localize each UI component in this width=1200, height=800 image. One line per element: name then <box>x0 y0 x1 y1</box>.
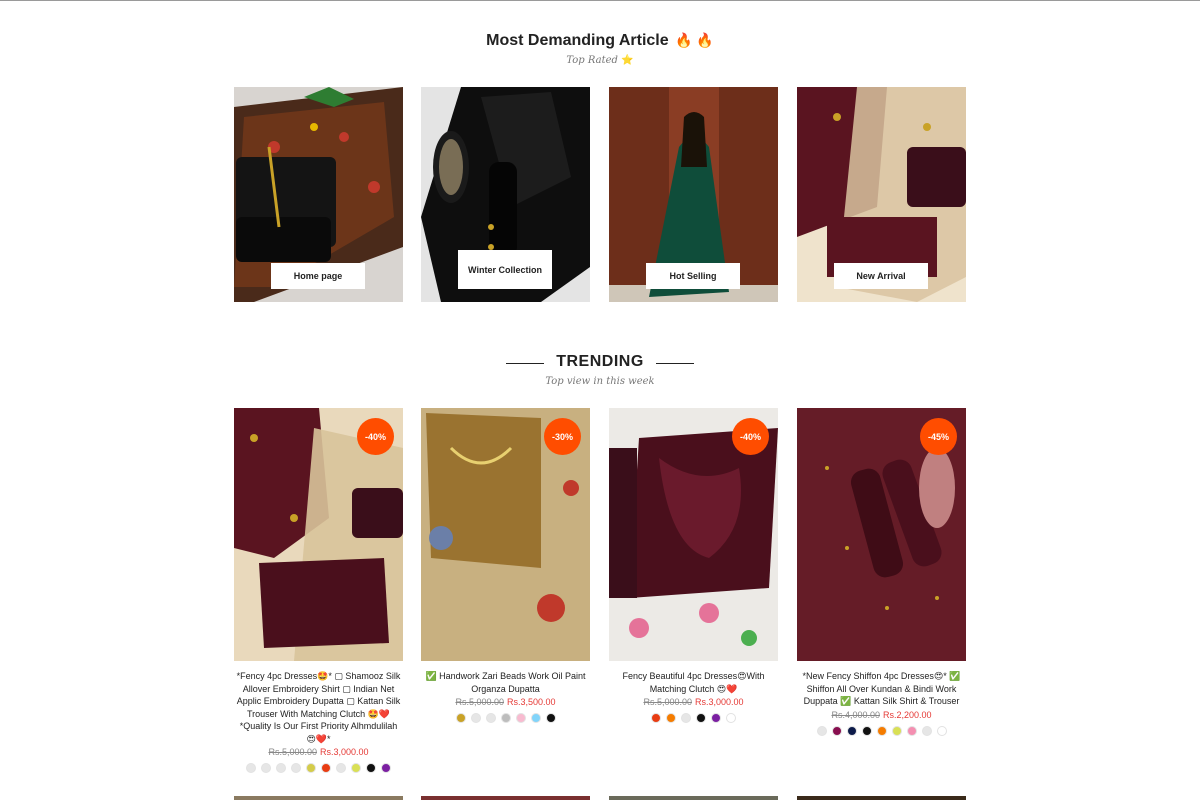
color-swatch[interactable] <box>891 725 902 736</box>
color-swatch[interactable] <box>276 763 286 773</box>
color-swatch[interactable] <box>876 725 887 736</box>
color-swatch[interactable] <box>530 713 541 723</box>
color-swatch[interactable] <box>381 763 391 773</box>
product-info: *New Fency Shiffon 4pc Dresses😍* ✅ Shiff… <box>797 670 966 736</box>
color-swatch[interactable] <box>515 713 526 723</box>
next-product-image[interactable] <box>609 796 778 800</box>
featured-title-text: Most Demanding Article <box>486 32 669 49</box>
product-name[interactable]: Fency Beautiful 4pc Dresses😍With Matchin… <box>609 670 778 695</box>
discount-badge: -40% <box>732 418 769 455</box>
product-name[interactable]: *Fency 4pc Dresses🤩* ▢ Shamooz Silk Allo… <box>234 670 403 745</box>
product-image[interactable]: -45% <box>797 408 966 661</box>
old-price: Rs.5,000.00 <box>268 747 317 757</box>
color-swatch[interactable] <box>651 713 661 723</box>
color-swatch[interactable] <box>306 763 316 773</box>
sale-price: Rs.3,500.00 <box>507 697 556 707</box>
color-swatches <box>797 725 966 736</box>
color-swatch[interactable] <box>921 725 932 736</box>
trending-title: TRENDING <box>556 353 644 370</box>
old-price: Rs.5,000.00 <box>643 697 692 707</box>
color-swatch[interactable] <box>681 713 691 723</box>
color-swatch[interactable] <box>351 763 361 773</box>
category-card-hot-selling[interactable]: Hot Selling <box>609 87 778 302</box>
sale-price: Rs.3,000.00 <box>695 697 744 707</box>
old-price: Rs.4,000.00 <box>831 709 880 720</box>
product-image[interactable]: -30% <box>421 408 590 661</box>
product-info: *Fency 4pc Dresses🤩* ▢ Shamooz Silk Allo… <box>234 670 403 773</box>
color-swatch[interactable] <box>321 763 331 773</box>
color-swatch[interactable] <box>545 713 556 723</box>
next-product-image[interactable] <box>234 796 403 800</box>
color-swatch[interactable] <box>291 763 301 773</box>
color-swatch[interactable] <box>726 713 736 723</box>
color-swatch[interactable] <box>666 713 676 723</box>
featured-subtitle: Top Rated ⭐ <box>0 55 1200 66</box>
sale-price: Rs.2,200.00 <box>883 709 932 720</box>
top-border <box>0 0 1200 1</box>
category-button[interactable]: Winter Collection <box>458 250 552 289</box>
color-swatch[interactable] <box>455 713 466 723</box>
product-name[interactable]: ✅ Handwork Zari Beads Work Oil Paint Org… <box>421 670 590 695</box>
discount-badge: -45% <box>920 418 957 455</box>
next-product-image[interactable] <box>421 796 590 800</box>
product-image[interactable]: -40% <box>234 408 403 661</box>
color-swatch[interactable] <box>470 713 481 723</box>
product-name[interactable]: *New Fency Shiffon 4pc Dresses😍* ✅ Shiff… <box>797 670 966 708</box>
featured-title: Most Demanding Article 🔥 🔥 <box>0 32 1200 50</box>
old-price: Rs.5,000.00 <box>455 697 504 707</box>
product-prices: Rs.4,000.00 Rs.2,200.00 <box>797 709 966 722</box>
category-button[interactable]: Home page <box>271 263 365 289</box>
color-swatch[interactable] <box>246 763 256 773</box>
color-swatch[interactable] <box>846 725 857 736</box>
trending-subtitle: Top view in this week <box>545 376 655 387</box>
product-prices: Rs.5,000.00 Rs.3,000.00 <box>234 746 403 759</box>
fire-icon: 🔥 🔥 <box>675 32 714 48</box>
discount-badge: -30% <box>544 418 581 455</box>
color-swatch[interactable] <box>861 725 872 736</box>
color-swatches <box>421 713 590 723</box>
featured-subtitle-text: Top Rated <box>566 55 618 66</box>
star-icon: ⭐ <box>621 55 634 66</box>
product-prices: Rs.5,000.00 Rs.3,000.00 <box>609 696 778 709</box>
next-product-image[interactable] <box>797 796 966 800</box>
product-info: Fency Beautiful 4pc Dresses😍With Matchin… <box>609 670 778 723</box>
color-swatch[interactable] <box>906 725 917 736</box>
product-image[interactable]: -40% <box>609 408 778 661</box>
color-swatch[interactable] <box>936 725 947 736</box>
color-swatch[interactable] <box>500 713 511 723</box>
color-swatch[interactable] <box>485 713 496 723</box>
sale-price: Rs.3,000.00 <box>320 747 369 757</box>
color-swatch[interactable] <box>831 725 842 736</box>
color-swatch[interactable] <box>366 763 376 773</box>
category-button[interactable]: Hot Selling <box>646 263 740 289</box>
color-swatches <box>609 713 778 723</box>
color-swatch[interactable] <box>711 713 721 723</box>
category-card-home[interactable]: Home page <box>234 87 403 302</box>
product-info: ✅ Handwork Zari Beads Work Oil Paint Org… <box>421 670 590 723</box>
color-swatch[interactable] <box>336 763 346 773</box>
category-card-winter[interactable]: Winter Collection <box>421 87 590 302</box>
category-button[interactable]: New Arrival <box>834 263 928 289</box>
category-card-new-arrival[interactable]: New Arrival <box>797 87 966 302</box>
color-swatches <box>234 763 403 773</box>
product-prices: Rs.5,000.00 Rs.3,500.00 <box>421 696 590 709</box>
color-swatch[interactable] <box>261 763 271 773</box>
discount-badge: -40% <box>357 418 394 455</box>
color-swatch[interactable] <box>816 725 827 736</box>
color-swatch[interactable] <box>696 713 706 723</box>
